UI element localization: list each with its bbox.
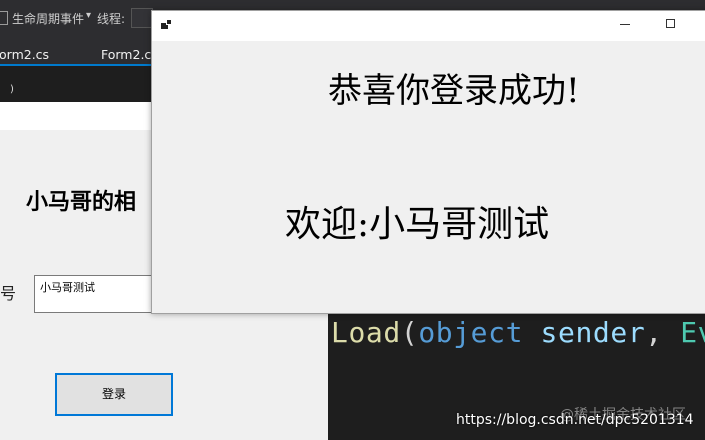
maximize-icon[interactable] — [666, 19, 675, 28]
code-type: Ev — [680, 316, 705, 349]
close-bracket-glyph: ) — [10, 84, 14, 95]
code-line: Load(object sender, Ev — [331, 316, 705, 349]
form2-window: 恭喜你登录成功! 欢迎:小马哥测试 — [151, 10, 705, 314]
login-success-message: 恭喜你登录成功! — [328, 71, 580, 111]
account-label: 号 — [0, 284, 17, 303]
login-button[interactable]: 登录 — [55, 373, 173, 416]
thread-combo[interactable] — [131, 8, 153, 28]
code-method: Load — [331, 316, 401, 349]
minimize-icon[interactable] — [620, 24, 630, 25]
code-keyword: object — [418, 316, 524, 349]
welcome-message: 欢迎:小马哥测试 — [285, 204, 550, 245]
code-param: sender — [540, 316, 646, 349]
thread-label: 线程: — [97, 12, 126, 26]
code-comma: , — [645, 316, 663, 349]
csdn-watermark: https://blog.csdn.net/dpc5201314 — [456, 412, 694, 428]
chevron-down-icon[interactable]: ▾ — [86, 10, 91, 21]
toolbar-bracket-icon — [0, 11, 8, 25]
code-open-paren: ( — [400, 316, 419, 349]
app-icon — [161, 19, 173, 31]
tab-form2-designer[interactable]: orm2.cs — [0, 40, 49, 66]
form2-titlebar[interactable] — [152, 11, 705, 41]
lifecycle-events-dropdown[interactable]: 生命周期事件 — [12, 10, 84, 27]
tab-form2-code[interactable]: Form2.cs — [101, 40, 158, 66]
login-form-title: 小马哥的相 — [26, 190, 137, 215]
